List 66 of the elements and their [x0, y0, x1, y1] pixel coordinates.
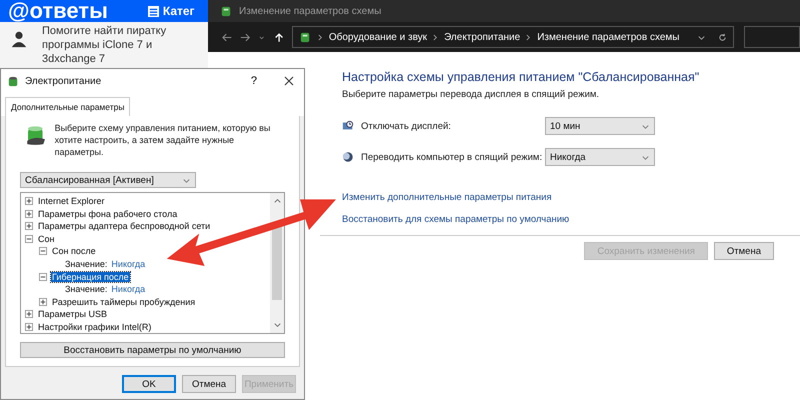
setting-label: Переводить компьютер в спящий режим: [361, 152, 544, 162]
collapse-icon[interactable] [39, 272, 47, 281]
search-field[interactable] [744, 26, 800, 48]
chevron-right-icon [526, 34, 532, 40]
dropdown[interactable]: Никогда [545, 148, 655, 166]
scroll-down-icon[interactable] [272, 321, 282, 330]
refresh-icon[interactable] [718, 32, 728, 42]
expand-icon[interactable] [25, 197, 33, 206]
expand-icon[interactable] [25, 310, 33, 318]
forward-icon[interactable] [240, 32, 250, 42]
settings-link[interactable]: Восстановить для схемы параметры по умолчанию [342, 214, 800, 225]
power-options-icon [220, 4, 233, 18]
instructions-text: Выберите схему управления питанием, которую вы хотите настроить, а затем задайте нужные параметры. [54, 122, 272, 158]
plan-dropdown[interactable]: Сбалансированная [Активен] [20, 172, 196, 188]
dialog-title: Электропитание [25, 76, 102, 86]
expand-icon[interactable] [25, 322, 33, 331]
cancel-button[interactable]: Отмена [182, 375, 236, 393]
restore-defaults-button[interactable]: Восстановить параметры по умолчанию [20, 342, 285, 358]
cancel-button[interactable]: Отмена [714, 242, 774, 260]
page-heading: Настройка схемы управления питанием "Сбалансированная" [342, 70, 700, 84]
collapse-icon[interactable] [39, 247, 47, 256]
scrollbar[interactable] [270, 193, 284, 333]
tree-item[interactable]: Сон [37, 234, 56, 244]
tree-item[interactable]: Параметры USB [37, 309, 108, 320]
tree-item[interactable]: Гибернация после [51, 272, 130, 282]
categories-link[interactable]: Катег [148, 4, 195, 22]
chevron-right-icon [318, 34, 323, 40]
collapse-icon[interactable] [25, 234, 33, 243]
ok-button[interactable]: OK [122, 375, 176, 393]
settings-link[interactable]: Изменить дополнительные параметры питания [342, 192, 800, 203]
page-subheading: Выберите параметры перевода дисплея в спящий режим. [342, 89, 600, 100]
expand-icon[interactable] [25, 222, 33, 230]
setting-label: Отключать дисплей: [361, 120, 452, 132]
battery-icon [7, 74, 20, 88]
value-label: Значение: [65, 284, 108, 294]
tree-item[interactable]: Параметры фона рабочего стола [37, 208, 178, 219]
tree-item[interactable]: Настройки графики Intel(R) [37, 322, 152, 332]
tree-item[interactable]: Параметры адаптера беспроводной сети [37, 221, 212, 232]
tree-item[interactable]: Разрешить таймеры пробуждения [51, 296, 196, 307]
tree-item[interactable]: Сон после [51, 246, 97, 256]
power-options-icon [298, 30, 312, 44]
help-button[interactable]: ? [250, 75, 257, 87]
moon-icon [342, 151, 354, 163]
categories-label: Катег [162, 4, 195, 18]
chevron-right-icon [433, 34, 438, 40]
value-link[interactable]: Никогда [111, 284, 146, 294]
list-icon [148, 6, 159, 16]
tab[interactable]: Дополнительные параметры [5, 97, 130, 116]
close-icon[interactable] [284, 76, 294, 86]
expand-icon[interactable] [39, 298, 47, 306]
back-icon[interactable] [222, 32, 232, 42]
breadcrumb[interactable]: Оборудование и звук [328, 32, 428, 42]
window-title: Изменение параметров схемы [239, 6, 382, 16]
expand-icon[interactable] [25, 210, 33, 218]
scroll-up-icon[interactable] [272, 196, 282, 205]
breadcrumb[interactable]: Электропитание [444, 32, 520, 42]
user-avatar-icon [10, 30, 28, 48]
breadcrumb[interactable]: Изменение параметров схемы [537, 32, 680, 42]
dropdown[interactable]: 10 мин [545, 117, 655, 135]
site-logo[interactable]: @ответы [8, 0, 108, 22]
address-bar[interactable]: Оборудование и звук Электропитание Изменение параметров схемы [292, 26, 734, 48]
value-link[interactable]: Никогда [111, 259, 146, 269]
value-label: Значение: [65, 259, 108, 269]
monitor-clock-icon [342, 120, 354, 132]
tree-item[interactable]: Internet Explorer [37, 196, 106, 206]
up-arrow-icon[interactable] [274, 32, 284, 42]
